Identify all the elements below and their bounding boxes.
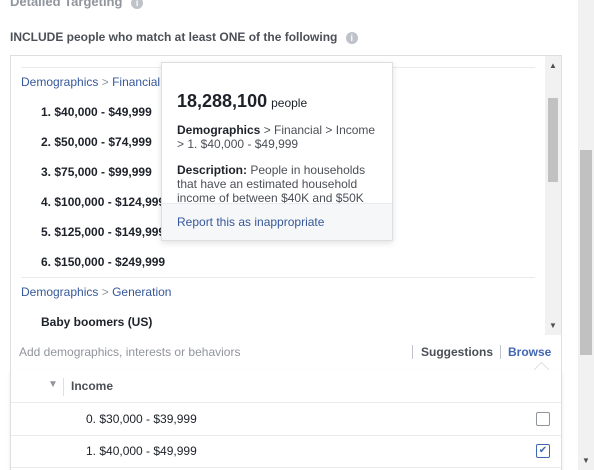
- check-icon: ✔: [538, 445, 548, 456]
- arrow-up-icon[interactable]: ▲: [545, 58, 561, 74]
- popover-description: Description: People in households that h…: [177, 163, 377, 203]
- search-bar: Suggestions Browse: [10, 335, 562, 378]
- income-item[interactable]: 1. $40,000 - $49,999: [41, 105, 152, 119]
- browse-row-label: 1. $40,000 - $49,999: [86, 444, 197, 458]
- info-icon[interactable]: i: [131, 0, 144, 9]
- divider: [412, 345, 413, 359]
- popover-path-category: Demographics: [177, 123, 261, 137]
- targeting-search-input[interactable]: [19, 343, 399, 361]
- row-checkbox[interactable]: [536, 412, 550, 426]
- report-link[interactable]: Report this as inappropriate: [177, 215, 324, 229]
- crumb-category[interactable]: Demographics: [21, 75, 98, 89]
- crumb-separator: >: [101, 75, 109, 89]
- include-label-text: INCLUDE people who match at least ONE of…: [10, 30, 338, 44]
- browse-tab[interactable]: Browse: [508, 345, 551, 359]
- audience-count: 18,288,100 people: [177, 91, 307, 112]
- section-title: Detailed Targeting i: [10, 0, 144, 9]
- income-item[interactable]: 2. $50,000 - $74,999: [41, 135, 152, 149]
- crumb-category[interactable]: Demographics: [21, 285, 98, 299]
- breadcrumb-generation: Demographics > Generation: [21, 285, 171, 299]
- income-item[interactable]: 6. $150,000 - $249,999: [41, 255, 165, 269]
- crumb-sub[interactable]: Financial: [112, 75, 160, 89]
- divider: [21, 277, 535, 278]
- row-checkbox-checked[interactable]: ✔: [536, 444, 550, 458]
- crumb-separator: >: [101, 285, 109, 299]
- income-item[interactable]: 4. $100,000 - $124,999: [41, 195, 165, 209]
- browse-category-title: Income: [71, 379, 114, 393]
- list-scrollbar[interactable]: ▲ ▼: [545, 56, 561, 336]
- popover-footer: Report this as inappropriate: [162, 203, 392, 240]
- info-icon[interactable]: i: [345, 31, 358, 44]
- popover-path: Demographics > Financial > Income > 1. $…: [177, 123, 377, 151]
- popover-description-label: Description:: [177, 163, 248, 177]
- page-scrollbar-thumb[interactable]: [580, 150, 592, 355]
- suggestions-tab[interactable]: Suggestions: [421, 345, 493, 359]
- arrow-down-icon[interactable]: ▼: [578, 454, 594, 468]
- audience-size-popover: 18,288,100 people Demographics > Financia…: [161, 62, 393, 241]
- browse-row[interactable]: 0. $30,000 - $39,999: [11, 403, 561, 436]
- browse-row[interactable]: 1. $40,000 - $49,999 ✔: [11, 435, 561, 468]
- browse-row-label: 0. $30,000 - $39,999: [86, 412, 197, 426]
- audience-count-unit: people: [271, 96, 308, 110]
- divider: [500, 345, 501, 359]
- generation-item[interactable]: Baby boomers (US): [41, 315, 152, 329]
- crumb-sub[interactable]: Generation: [112, 285, 171, 299]
- triangle-down-icon[interactable]: ▼: [48, 379, 58, 390]
- page-scrollbar[interactable]: ▼: [578, 0, 594, 470]
- browse-panel: ▼ Income 0. $30,000 - $39,999 1. $40,000…: [10, 370, 562, 470]
- include-label: INCLUDE people who match at least ONE of…: [10, 30, 358, 44]
- breadcrumb-financial: Demographics > Financial: [21, 75, 160, 89]
- audience-count-number: 18,288,100: [177, 91, 268, 111]
- section-title-text: Detailed Targeting: [10, 0, 123, 9]
- income-item[interactable]: 5. $125,000 - $149,999: [41, 225, 165, 239]
- arrow-down-icon[interactable]: ▼: [545, 318, 561, 334]
- divider: [63, 378, 64, 396]
- scrollbar-thumb[interactable]: [548, 98, 558, 182]
- browse-category-header[interactable]: ▼ Income: [11, 370, 561, 403]
- income-item[interactable]: 3. $75,000 - $99,999: [41, 165, 152, 179]
